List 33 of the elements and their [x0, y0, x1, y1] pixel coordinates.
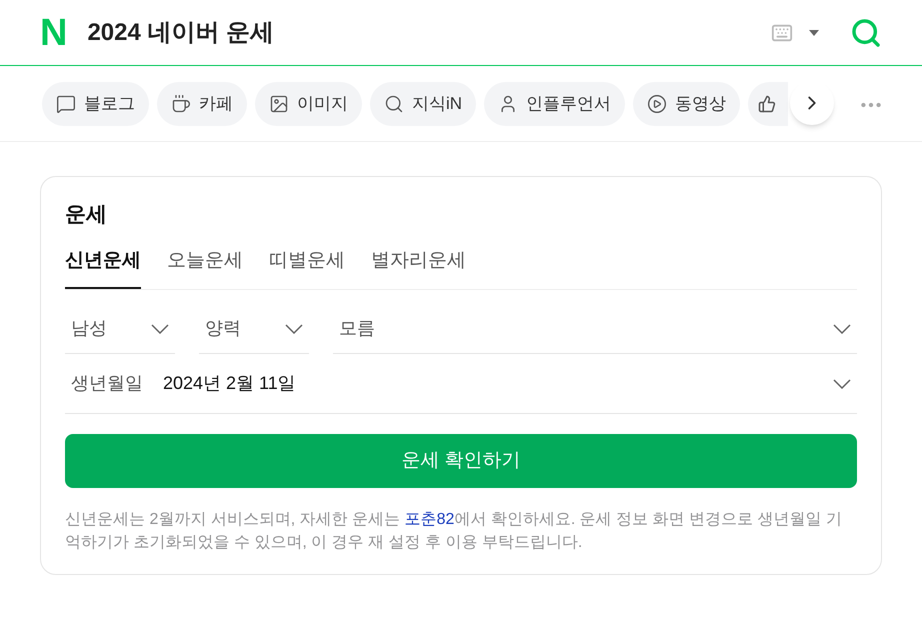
fortune-link[interactable]: 포춘82: [404, 511, 454, 528]
cup-icon: [171, 94, 191, 114]
category-chip[interactable]: 카페: [157, 82, 247, 126]
fortune-tab[interactable]: 별자리운세: [371, 249, 466, 289]
page-title: 2024 네이버 운세: [87, 18, 274, 48]
speech-bubble-icon: [56, 94, 76, 114]
dropdown-field[interactable]: 양력: [199, 304, 309, 354]
chevron-down-icon: [833, 378, 851, 388]
notice-text: 신년운세는 2월까지 서비스되며, 자세한 운세는 포춘82에서 확인하세요. 운세 정보 화면 변경으로 생년월일 기억하기가 초기화되었을 수 있으며, 이 경우 재 설정 후 이용 부탁드립니다.: [65, 510, 843, 553]
dropdown-field[interactable]: 모름: [333, 304, 857, 354]
image-icon: [269, 94, 289, 114]
chevron-down-icon: [151, 324, 169, 334]
category-chip[interactable]: 블로그: [42, 82, 149, 126]
caret-icon[interactable]: [808, 28, 820, 36]
category-chip[interactable]: 인플루언서: [484, 82, 626, 126]
date-value: 2024년 2월 11일: [163, 372, 297, 395]
category-chip[interactable]: [748, 82, 788, 126]
field-label: 생년월일: [71, 372, 143, 395]
search-icon[interactable]: [850, 16, 882, 48]
category-chip[interactable]: 동영상: [633, 82, 740, 126]
category-chip[interactable]: 지식iN: [370, 82, 476, 126]
fortune-tab[interactable]: 신년운세: [65, 249, 141, 289]
chevron-down-icon: [285, 324, 303, 334]
search-icon: [384, 94, 404, 114]
play-icon: [647, 94, 668, 114]
fortune-tab[interactable]: 띠별운세: [269, 249, 345, 289]
thumbs-up-icon: [758, 94, 776, 112]
card-title: 운세: [65, 202, 108, 228]
chevron-down-icon: [833, 324, 851, 334]
dropdown-field[interactable]: 남성: [65, 304, 175, 354]
category-chip[interactable]: 이미지: [255, 82, 362, 126]
fortune-tab[interactable]: 오늘운세: [167, 249, 243, 289]
birthdate-field[interactable]: 생년월일 2024년 2월 11일: [65, 354, 857, 414]
